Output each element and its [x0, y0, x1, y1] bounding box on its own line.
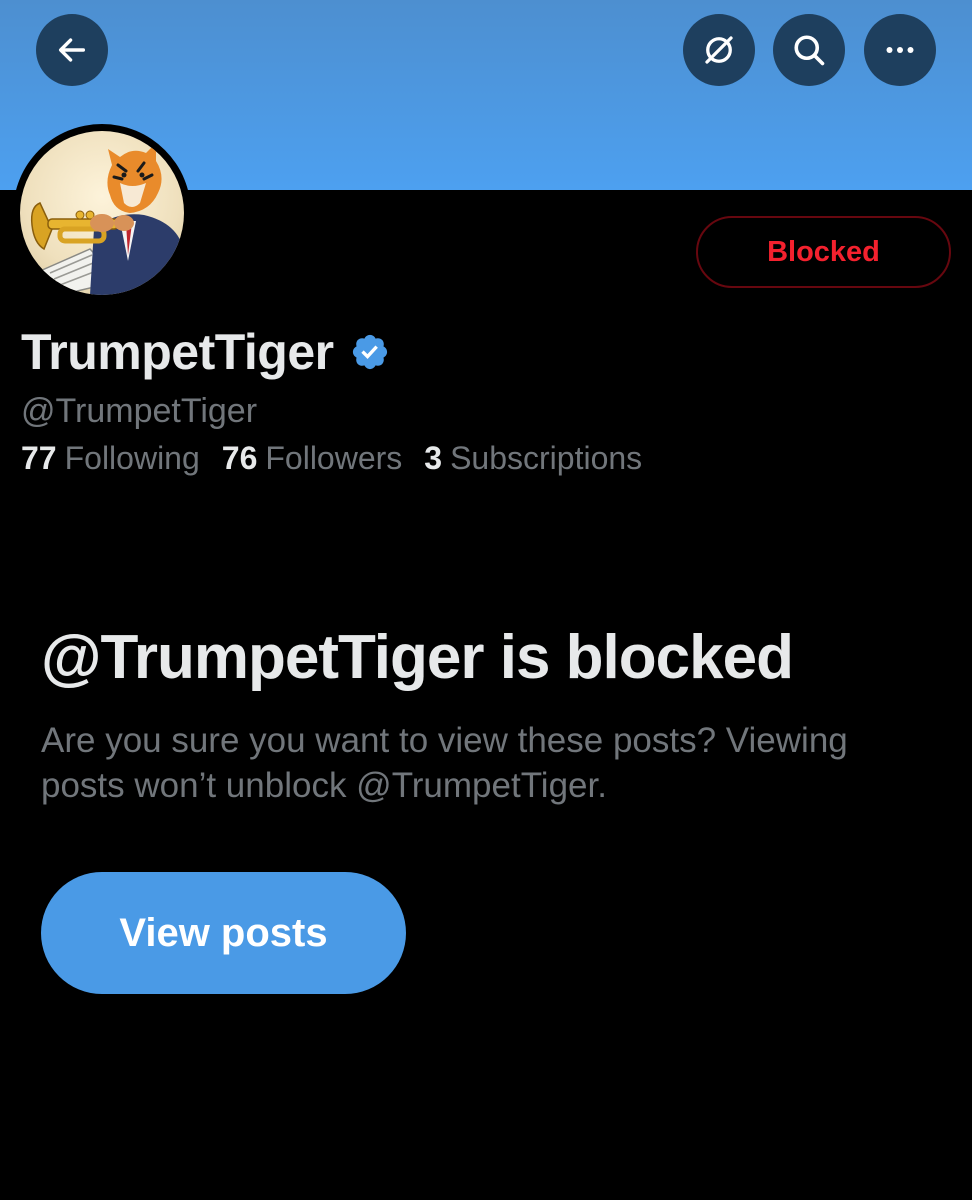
more-horizontal-icon	[886, 47, 914, 53]
view-posts-button[interactable]: View posts	[41, 872, 406, 994]
followers-count: 76	[221, 440, 258, 476]
followers-label: Followers	[265, 440, 403, 476]
following-label: Following	[64, 440, 200, 476]
display-name: TrumpetTiger	[21, 322, 390, 382]
user-handle: @TrumpetTiger	[21, 392, 258, 430]
tiger-playing-trumpet-avatar	[20, 131, 184, 295]
back-button[interactable]	[36, 14, 108, 86]
subscriptions-count: 3	[424, 440, 443, 476]
blocked-notice-description: Are you sure you want to view these post…	[41, 721, 848, 805]
search-button[interactable]	[773, 14, 845, 86]
search-icon	[794, 35, 825, 66]
profile-stats: 77 Following 76 Followers 3 Subscription…	[21, 440, 642, 477]
blocked-button-label: Blocked	[767, 235, 880, 268]
blocked-notice-title: @TrumpetTiger is blocked	[41, 623, 794, 692]
grok-slash-circle-icon	[705, 36, 733, 64]
arrow-left-icon	[58, 38, 86, 62]
blocked-button[interactable]: Blocked	[696, 216, 951, 288]
profile-page: Blocked TrumpetTiger @TrumpetTiger 77 Fo…	[0, 0, 972, 1200]
grok-button[interactable]	[683, 14, 755, 86]
following-count: 77	[21, 440, 57, 476]
subscriptions-label: Subscriptions	[450, 440, 643, 476]
verified-badge-icon[interactable]	[350, 332, 390, 372]
avatar[interactable]	[13, 124, 191, 302]
followers-stat[interactable]: 76 Followers	[222, 440, 403, 477]
following-stat[interactable]: 77 Following	[21, 440, 200, 477]
view-posts-label: View posts	[119, 910, 328, 955]
subscriptions-stat[interactable]: 3 Subscriptions	[424, 440, 642, 477]
more-button[interactable]	[864, 14, 936, 86]
display-name-text: TrumpetTiger	[21, 324, 334, 380]
